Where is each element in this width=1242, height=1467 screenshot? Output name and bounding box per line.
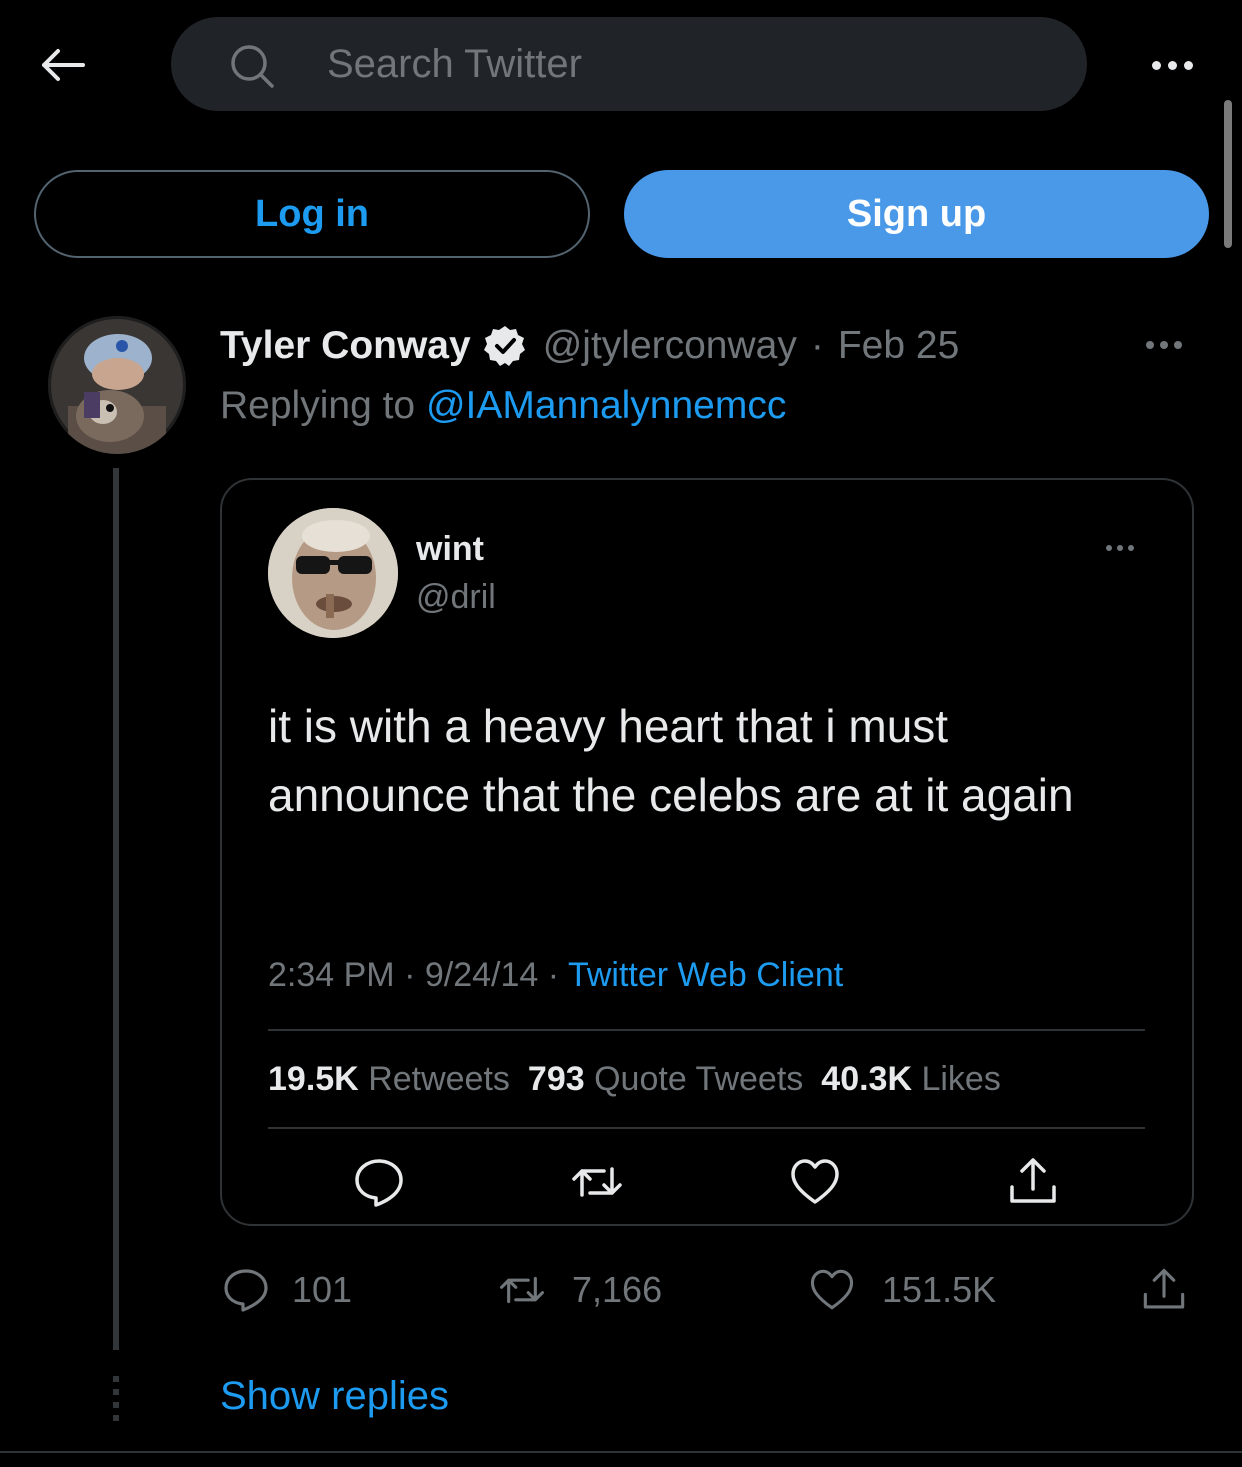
retweet-count: 7,166 <box>572 1269 663 1310</box>
search-input[interactable] <box>327 39 1027 89</box>
quoted-client-link: Twitter Web Client <box>567 956 844 994</box>
more-options-button[interactable] <box>1140 50 1204 80</box>
separator: · <box>810 324 824 367</box>
quoted-more-icon <box>1106 543 1142 553</box>
dot <box>1117 545 1123 551</box>
retweet-button[interactable]: 7,166 <box>498 1262 662 1318</box>
reply-button[interactable]: 101 <box>222 1262 352 1318</box>
replying-to: Replying to @IAMannalynnemcc <box>220 384 786 428</box>
separator: · <box>404 956 416 994</box>
login-button[interactable]: Log in <box>34 170 590 258</box>
like-button[interactable]: 151.5K <box>808 1262 996 1318</box>
likes-count: 40.3K <box>821 1060 913 1098</box>
tweet-header: Tyler Conway @jtylerconway · Feb 25 <box>220 322 959 370</box>
quoted-time: 2:34 PM <box>268 956 395 994</box>
quoted-date: 9/24/14 <box>424 956 539 994</box>
divider <box>268 1127 1145 1129</box>
author-handle[interactable]: @jtylerconway <box>543 324 797 368</box>
divider <box>268 1029 1145 1031</box>
reply-count: 101 <box>292 1269 353 1310</box>
back-button[interactable] <box>34 42 90 88</box>
dot <box>1174 341 1182 349</box>
likes-label: Likes <box>921 1060 1001 1098</box>
tweet-more-button[interactable] <box>1146 336 1194 354</box>
verified-badge-icon <box>483 326 525 366</box>
heart-icon <box>810 1269 854 1310</box>
quotes-count: 793 <box>527 1060 585 1098</box>
thread-dotted-line <box>113 1376 119 1424</box>
author-name[interactable]: Tyler Conway <box>220 324 471 368</box>
dot <box>1146 341 1154 349</box>
thread-line <box>113 468 119 1350</box>
search-icon <box>231 45 274 88</box>
author-avatar[interactable] <box>48 316 186 454</box>
divider <box>0 1451 1242 1453</box>
show-replies-link[interactable]: Show replies <box>220 1374 449 1419</box>
avatar-image <box>48 316 186 454</box>
like-count: 151.5K <box>882 1269 997 1310</box>
arrow-left-icon <box>42 49 85 81</box>
signup-button[interactable]: Sign up <box>624 170 1209 258</box>
replying-prefix: Replying to <box>220 384 426 427</box>
quoted-share-icon <box>1010 1158 1056 1203</box>
share-button[interactable] <box>1140 1262 1188 1318</box>
scrollbar[interactable] <box>1224 100 1232 248</box>
retweets-count: 19.5K <box>268 1060 359 1098</box>
quotes-label: Quote Tweets <box>594 1060 804 1098</box>
dot <box>1183 60 1193 70</box>
quoted-author-handle: @dril <box>416 578 496 616</box>
tweet-date[interactable]: Feb 25 <box>838 324 959 368</box>
quoted-retweet-icon <box>572 1167 622 1197</box>
quoted-avatar <box>268 508 398 638</box>
retweets-label: Retweets <box>368 1060 510 1098</box>
separator: · <box>547 956 560 994</box>
quoted-tweet-meta: 2:34 PM · 9/24/14 · Twitter Web Client <box>268 956 843 995</box>
quoted-reply-icon <box>355 1159 403 1207</box>
quoted-author-name: wint <box>416 530 484 568</box>
dot <box>1128 545 1134 551</box>
share-icon <box>1143 1268 1185 1309</box>
quoted-tweet-text: it is with a heavy heart that i must ann… <box>268 700 1074 821</box>
dot <box>1167 60 1177 70</box>
replying-to-link[interactable]: @IAMannalynnemcc <box>426 384 786 427</box>
quoted-stats: 19.5K Retweets 793 Quote Tweets 40.3K Like… <box>268 1060 1001 1099</box>
dot <box>1106 545 1112 551</box>
reply-icon <box>224 1269 268 1312</box>
quoted-avatar-image <box>268 508 398 638</box>
dot <box>1160 341 1168 349</box>
search-bar[interactable] <box>171 17 1087 111</box>
retweet-icon <box>500 1276 544 1304</box>
quoted-like-icon <box>791 1159 839 1204</box>
dot <box>1151 60 1161 70</box>
